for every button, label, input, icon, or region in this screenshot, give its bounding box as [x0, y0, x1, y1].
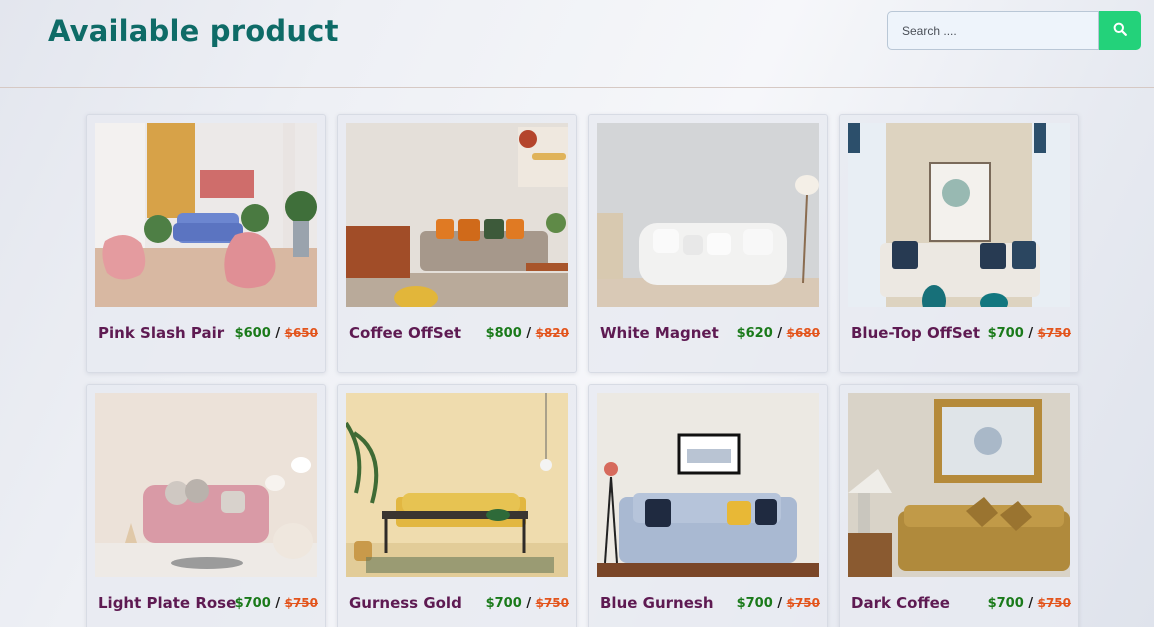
price-separator: /	[526, 596, 532, 611]
product-card[interactable]: White Magnet $620 / $680	[588, 114, 828, 373]
product-name[interactable]: Light Plate Rose	[98, 594, 236, 612]
price-separator: /	[275, 326, 281, 341]
product-image[interactable]	[597, 393, 819, 577]
old-price: $750	[535, 596, 569, 610]
current-price: $700	[234, 596, 271, 611]
search-input[interactable]	[887, 11, 1099, 50]
product-card[interactable]: Light Plate Rose $700 / $750	[86, 384, 326, 627]
search-icon	[1113, 22, 1127, 39]
product-card[interactable]: Blue-Top OffSet $700 / $750	[839, 114, 1079, 373]
product-image[interactable]	[346, 393, 568, 577]
search-bar	[887, 11, 1141, 50]
product-name[interactable]: White Magnet	[600, 324, 719, 342]
price-separator: /	[275, 596, 281, 611]
current-price: $700	[987, 596, 1024, 611]
old-price: $650	[284, 326, 318, 340]
product-image[interactable]	[346, 123, 568, 307]
product-image[interactable]	[848, 123, 1070, 307]
old-price: $750	[1037, 326, 1071, 340]
search-button[interactable]	[1099, 11, 1141, 50]
current-price: $620	[736, 326, 773, 341]
product-name[interactable]: Gurness Gold	[349, 594, 462, 612]
current-price: $700	[736, 596, 773, 611]
old-price: $680	[786, 326, 820, 340]
price-separator: /	[1028, 326, 1034, 341]
product-card[interactable]: Coffee OffSet $800 / $820	[337, 114, 577, 373]
product-card[interactable]: Gurness Gold $700 / $750	[337, 384, 577, 627]
product-price: $700 / $750	[737, 596, 820, 611]
old-price: $750	[1037, 596, 1071, 610]
current-price: $700	[485, 596, 522, 611]
product-price: $600 / $650	[235, 326, 318, 341]
current-price: $600	[234, 326, 271, 341]
price-separator: /	[777, 596, 783, 611]
current-price: $800	[485, 326, 522, 341]
product-price: $700 / $750	[486, 596, 569, 611]
product-price: $620 / $680	[737, 326, 820, 341]
old-price: $820	[535, 326, 569, 340]
product-name[interactable]: Blue Gurnesh	[600, 594, 714, 612]
product-name[interactable]: Blue-Top OffSet	[851, 324, 980, 342]
product-image[interactable]	[95, 393, 317, 577]
product-name[interactable]: Coffee OffSet	[349, 324, 461, 342]
product-price: $700 / $750	[235, 596, 318, 611]
price-separator: /	[1028, 596, 1034, 611]
old-price: $750	[786, 596, 820, 610]
product-name[interactable]: Pink Slash Pair	[98, 324, 224, 342]
product-card[interactable]: Pink Slash Pair $600 / $650	[86, 114, 326, 373]
page-header: Available product	[0, 0, 1154, 88]
page-title: Available product	[48, 14, 339, 48]
price-separator: /	[526, 326, 532, 341]
product-image[interactable]	[597, 123, 819, 307]
product-name[interactable]: Dark Coffee	[851, 594, 950, 612]
product-card[interactable]: Blue Gurnesh $700 / $750	[588, 384, 828, 627]
product-image[interactable]	[95, 123, 317, 307]
product-price: $700 / $750	[988, 326, 1071, 341]
product-image[interactable]	[848, 393, 1070, 577]
price-separator: /	[777, 326, 783, 341]
current-price: $700	[987, 326, 1024, 341]
product-price: $700 / $750	[988, 596, 1071, 611]
product-price: $800 / $820	[486, 326, 569, 341]
old-price: $750	[284, 596, 318, 610]
product-card[interactable]: Dark Coffee $700 / $750	[839, 384, 1079, 627]
